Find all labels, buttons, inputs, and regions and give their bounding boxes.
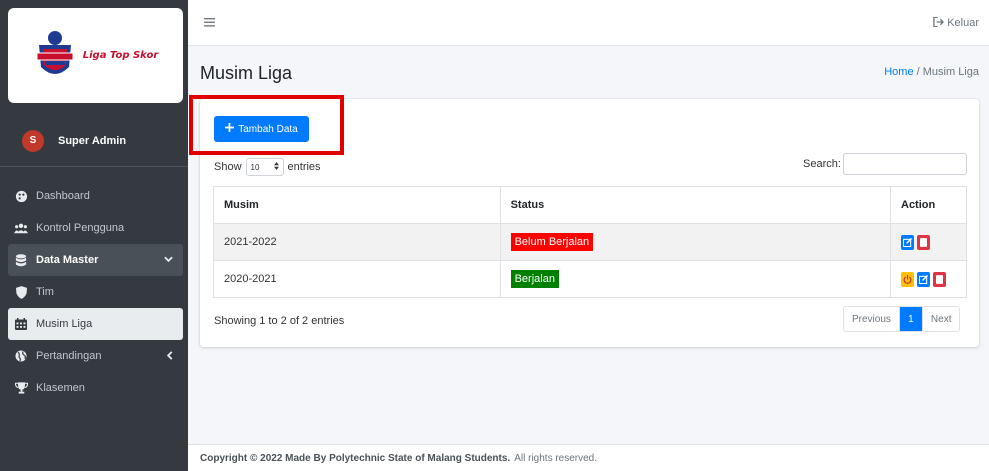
add-data-label: Tambah Data xyxy=(238,123,298,135)
sidebar-item-label: Tim xyxy=(36,286,54,298)
brand-name: Liga Top Skor xyxy=(82,50,159,61)
sidebar-item-data-master[interactable]: Data Master xyxy=(8,244,183,276)
brand-logo[interactable]: Liga Top Skor xyxy=(8,8,183,103)
column-header-musim[interactable]: Musim xyxy=(213,186,501,224)
seasons-table: Musim Status Action 2021-2022 Belum Berj… xyxy=(213,186,967,298)
shield-icon xyxy=(14,285,28,299)
chevron-left-icon xyxy=(166,350,173,362)
sidebar-item-label: Dashboard xyxy=(36,190,90,202)
column-header-action[interactable]: Action xyxy=(890,186,967,224)
sidebar-item-musim-liga[interactable]: Musim Liga xyxy=(8,308,183,340)
delete-button[interactable] xyxy=(917,234,930,250)
add-data-button[interactable]: Tambah Data xyxy=(214,116,309,142)
power-icon xyxy=(903,274,912,284)
sidebar-item-pertandingan[interactable]: Pertandingan xyxy=(8,340,183,372)
breadcrumb-current: Musim Liga xyxy=(922,66,979,78)
edit-button[interactable] xyxy=(917,271,930,287)
delete-button[interactable] xyxy=(933,271,946,287)
table-row: 2020-2021 Berjalan xyxy=(213,260,967,298)
sidebar-item-tim[interactable]: Tim xyxy=(8,276,183,308)
edit-icon xyxy=(919,274,928,284)
search-label: Search: xyxy=(803,158,841,170)
pagination-next[interactable]: Next xyxy=(921,307,960,331)
logout-label: Keluar xyxy=(947,17,979,29)
cell-action xyxy=(890,260,967,298)
pagination-page-1[interactable]: 1 xyxy=(899,307,922,331)
logout-link[interactable]: Keluar xyxy=(933,16,979,29)
trash-icon xyxy=(936,274,943,284)
sidebar-item-kontrol-pengguna[interactable]: Kontrol Pengguna xyxy=(8,212,183,244)
sidebar-item-dashboard[interactable]: Dashboard xyxy=(8,180,183,212)
sidebar-item-label: Kontrol Pengguna xyxy=(36,222,125,234)
footer: Copyright © 2022 Made By Polytechnic Sta… xyxy=(188,444,989,471)
breadcrumb: Home / Musim Liga xyxy=(884,66,979,78)
status-badge: Belum Berjalan xyxy=(510,233,594,251)
trash-icon xyxy=(920,237,927,247)
status-badge: Berjalan xyxy=(510,270,559,288)
avatar: S xyxy=(22,129,44,152)
footer-copyright: Copyright © 2022 Made By Polytechnic Sta… xyxy=(200,452,511,464)
search-input[interactable] xyxy=(843,153,967,175)
user-name[interactable]: Super Admin xyxy=(58,135,126,147)
table-info: Showing 1 to 2 of 2 entries xyxy=(214,315,345,327)
sort-arrows-icon xyxy=(273,162,279,172)
sidebar-item-label: Musim Liga xyxy=(36,318,93,330)
database-icon xyxy=(14,253,28,267)
table-row: 2021-2022 Belum Berjalan xyxy=(213,223,967,261)
user-panel[interactable]: S Super Admin xyxy=(0,115,188,167)
sidebar-item-label: Data Master xyxy=(36,254,99,266)
globe-icon xyxy=(14,349,28,363)
breadcrumb-separator: / xyxy=(916,66,920,78)
chevron-down-icon xyxy=(164,255,173,265)
sidebar-nav: Dashboard Kontrol Pengguna Data Master T… xyxy=(8,180,183,404)
cell-musim: 2021-2022 xyxy=(213,223,501,261)
sidebar: Liga Top Skor S Super Admin Dashboard Ko… xyxy=(0,0,188,471)
pagination-previous[interactable]: Previous xyxy=(844,307,900,331)
calendar-icon xyxy=(14,317,28,331)
edit-icon xyxy=(903,237,912,247)
hamburger-menu-icon[interactable] xyxy=(204,14,215,30)
show-entries-control: Show 10 entries xyxy=(214,158,321,176)
sidebar-item-klasemen[interactable]: Klasemen xyxy=(8,372,183,404)
entries-select[interactable]: 10 xyxy=(245,158,284,176)
column-header-status[interactable]: Status xyxy=(499,186,892,224)
users-icon xyxy=(14,221,28,235)
logo-badge-icon xyxy=(33,29,77,83)
entries-label: entries xyxy=(287,161,321,173)
show-label: Show xyxy=(214,161,242,173)
breadcrumb-home-link[interactable]: Home xyxy=(884,66,913,78)
page-title: Musim Liga xyxy=(200,63,293,83)
palette-icon xyxy=(14,189,28,203)
footer-rights: All rights reserved. xyxy=(514,452,598,464)
logout-icon xyxy=(933,16,947,29)
cell-status: Berjalan xyxy=(499,260,892,298)
cell-status: Belum Berjalan xyxy=(499,223,892,261)
sidebar-item-label: Klasemen xyxy=(36,382,85,394)
cell-action xyxy=(890,223,967,261)
sidebar-item-label: Pertandingan xyxy=(36,350,102,362)
pagination: Previous 1 Next xyxy=(843,306,961,332)
table-header-row: Musim Status Action xyxy=(213,186,967,224)
activate-button[interactable] xyxy=(901,271,914,287)
plus-icon xyxy=(225,123,235,135)
edit-button[interactable] xyxy=(901,234,914,250)
top-navbar: Keluar xyxy=(188,0,989,46)
entries-select-value: 10 xyxy=(250,162,260,172)
cell-musim: 2020-2021 xyxy=(213,260,501,298)
trophy-icon xyxy=(14,381,28,395)
